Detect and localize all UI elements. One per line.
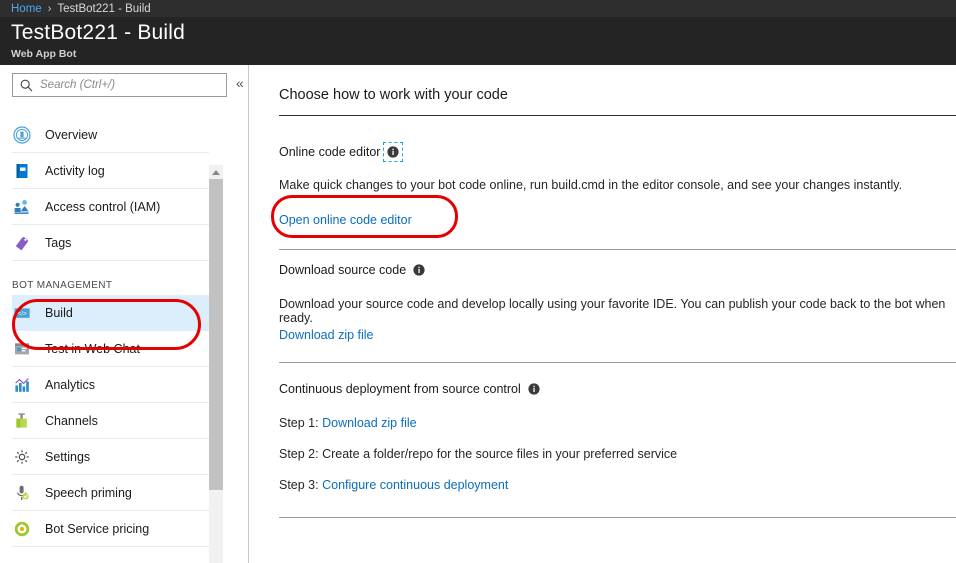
continuous-deployment-title: Continuous deployment from source contro… xyxy=(279,382,521,396)
page-subtitle: Web App Bot xyxy=(11,48,77,60)
sidebar-item-label: Bot Service pricing xyxy=(45,521,150,536)
tag-icon xyxy=(12,233,32,253)
sidebar-item-label: Settings xyxy=(45,449,91,464)
search-box[interactable] xyxy=(12,73,227,97)
breadcrumb-home-link[interactable]: Home xyxy=(11,3,42,15)
sidebar-item-label: Speech priming xyxy=(45,485,132,500)
content-heading: Choose how to work with your code xyxy=(279,87,508,103)
pricing-icon xyxy=(12,519,32,539)
activity-log-icon xyxy=(12,161,32,181)
microphone-icon xyxy=(12,483,32,503)
open-online-code-editor-link[interactable]: Open online code editor xyxy=(279,213,412,227)
main-content: Choose how to work with your code Online… xyxy=(249,65,956,563)
sidebar-item-label: Tags xyxy=(45,235,72,250)
heading-divider xyxy=(279,115,956,116)
sidebar-item-label: Test in Web Chat xyxy=(45,341,140,356)
download-zip-file-link[interactable]: Download zip file xyxy=(279,328,374,342)
collapse-sidebar-button[interactable]: « xyxy=(236,76,244,90)
sidebar-item-tags[interactable]: Tags xyxy=(12,225,209,261)
overview-icon xyxy=(12,125,32,145)
analytics-icon xyxy=(12,375,32,395)
step-1-prefix: Step 1: xyxy=(279,416,323,430)
nav-top-spacer xyxy=(0,107,209,117)
sidebar-item-label: Analytics xyxy=(45,377,96,392)
download-description: Download your source code and develop lo… xyxy=(279,297,946,325)
sidebar-item-label: Access control (IAM) xyxy=(45,199,161,214)
sidebar-item-activity-log[interactable]: Activity log xyxy=(12,153,209,189)
sidebar-item-analytics[interactable]: Analytics xyxy=(12,367,209,403)
page-title: TestBot221 - Build xyxy=(11,21,186,44)
access-control-icon xyxy=(12,197,32,217)
breadcrumb-current: TestBot221 - Build xyxy=(57,2,151,15)
sidebar-item-speech-priming[interactable]: Speech priming xyxy=(12,475,209,511)
sidebar-nav-list: Overview Activity log Access control (IA… xyxy=(0,107,209,563)
info-icon[interactable] xyxy=(383,142,404,162)
gear-icon xyxy=(12,447,32,467)
configure-continuous-deployment-link[interactable]: Configure continuous deployment xyxy=(322,478,508,492)
sidebar-item-test-in-web-chat[interactable]: Test in Web Chat xyxy=(12,331,209,367)
download-title: Download source code xyxy=(279,263,407,277)
scroll-up-arrow-icon[interactable] xyxy=(209,165,223,179)
step-1-download-zip-link[interactable]: Download zip file xyxy=(322,416,417,430)
sidebar-item-build[interactable]: </> Build xyxy=(12,295,209,331)
code-icon: </> xyxy=(12,303,32,323)
search-icon xyxy=(20,79,33,92)
search-input[interactable] xyxy=(40,79,210,91)
sidebar-item-settings[interactable]: Settings xyxy=(12,439,209,475)
svg-text:</>: </> xyxy=(17,310,27,317)
section-divider-3 xyxy=(279,517,956,518)
section-divider-2 xyxy=(279,362,956,363)
step-1-row: Step 1: Download zip file xyxy=(279,416,417,430)
sidebar-item-access-control[interactable]: Access control (IAM) xyxy=(12,189,209,225)
online-editor-title: Online code editor xyxy=(279,145,381,159)
continuous-deployment-title-row: Continuous deployment from source contro… xyxy=(279,382,540,396)
sidebar-scrollbar-thumb[interactable] xyxy=(209,179,223,490)
step-2-row: Step 2: Create a folder/repo for the sou… xyxy=(279,447,678,461)
sidebar-search-row: « xyxy=(0,65,244,107)
sidebar: « Overview xyxy=(0,65,244,563)
azure-portal-blade: Home › TestBot221 - Build TestBot221 - B… xyxy=(0,0,956,563)
channels-icon xyxy=(12,411,32,431)
sidebar-item-overview[interactable]: Overview xyxy=(12,117,209,153)
sidebar-item-label: Build xyxy=(45,305,73,320)
section-divider-1 xyxy=(279,249,956,250)
sidebar-item-channels[interactable]: Channels xyxy=(12,403,209,439)
online-editor-description: Make quick changes to your bot code onli… xyxy=(279,178,903,192)
step-3-row: Step 3: Configure continuous deployment xyxy=(279,478,508,492)
info-icon[interactable] xyxy=(413,264,425,276)
blade-title-bar: TestBot221 - Build Web App Bot xyxy=(0,17,956,65)
info-icon[interactable] xyxy=(528,383,540,395)
download-title-row: Download source code xyxy=(279,263,425,277)
sidebar-item-label: Activity log xyxy=(45,163,105,178)
sidebar-item-bot-service-pricing[interactable]: Bot Service pricing xyxy=(12,511,209,547)
breadcrumb: Home › TestBot221 - Build xyxy=(0,0,956,17)
sidebar-item-label: Overview xyxy=(45,127,98,142)
sidebar-item-label: Channels xyxy=(45,413,98,428)
breadcrumb-separator: › xyxy=(47,2,52,15)
sidebar-section-bot-management: BOT MANAGEMENT xyxy=(12,280,113,291)
web-chat-icon xyxy=(12,339,32,359)
online-editor-title-row: Online code editor xyxy=(279,142,404,162)
step-3-prefix: Step 3: xyxy=(279,478,323,492)
